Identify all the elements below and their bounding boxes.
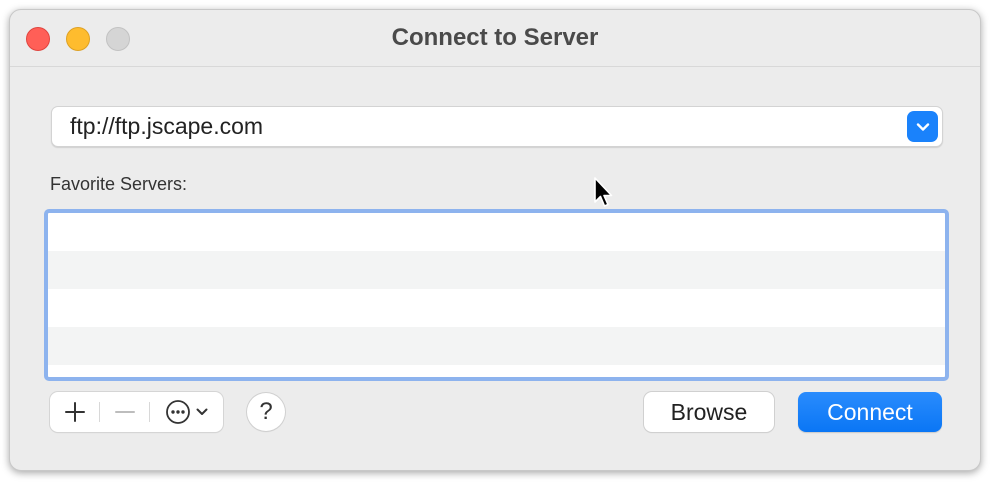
plus-icon	[64, 402, 85, 422]
list-row[interactable]	[48, 327, 945, 365]
list-row[interactable]	[48, 251, 945, 289]
recent-servers-dropdown-button[interactable]	[907, 111, 938, 142]
remove-favorite-button[interactable]	[100, 392, 149, 432]
server-address-combobox[interactable]	[51, 106, 943, 147]
list-row[interactable]	[48, 213, 945, 251]
minus-icon	[114, 411, 135, 413]
chevron-down-icon	[916, 122, 929, 131]
connect-to-server-window: Connect to Server Favorite Servers:	[9, 9, 981, 471]
server-address-input[interactable]	[70, 107, 890, 146]
favorites-segmented-control	[50, 392, 223, 432]
window-title: Connect to Server	[391, 24, 599, 51]
browse-button[interactable]: Browse	[644, 392, 774, 432]
list-row[interactable]	[48, 289, 945, 327]
add-favorite-button[interactable]	[50, 392, 99, 432]
favorite-servers-list[interactable]	[44, 209, 949, 381]
favorite-servers-label: Favorite Servers:	[50, 174, 188, 194]
connect-button[interactable]: Connect	[798, 392, 942, 432]
ellipsis-circle-icon	[165, 400, 190, 424]
chevron-down-icon	[196, 408, 207, 415]
title-bar: Connect to Server	[10, 10, 980, 67]
more-actions-menu-button[interactable]	[150, 392, 223, 432]
list-row[interactable]	[48, 365, 945, 377]
mouse-pointer-icon	[594, 177, 613, 207]
help-button[interactable]: ?	[247, 393, 285, 431]
